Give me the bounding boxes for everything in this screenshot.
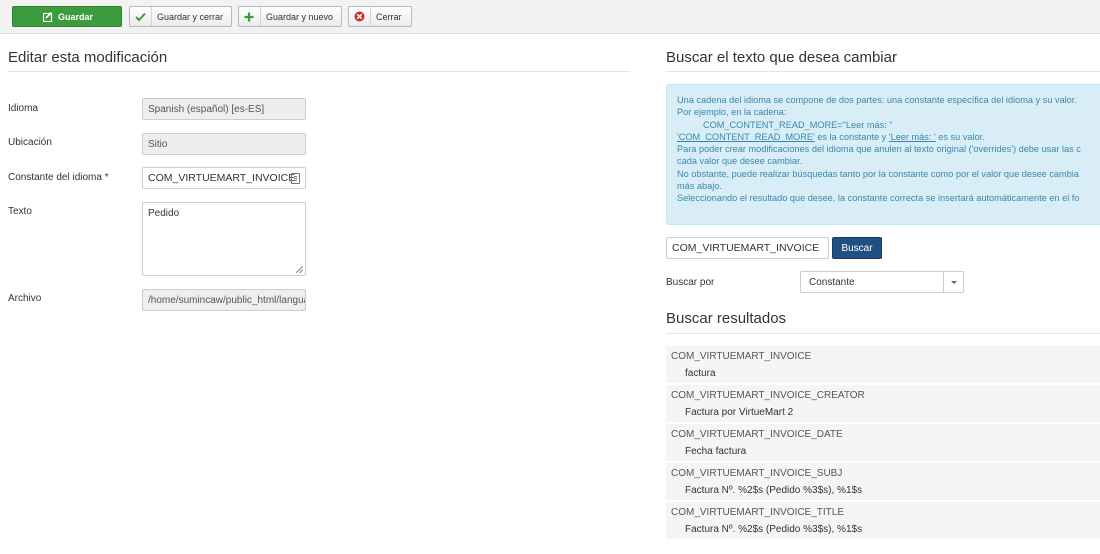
- chevron-down-icon[interactable]: [943, 272, 963, 292]
- result-item[interactable]: COM_VIRTUEMART_INVOICE_DATE Fecha factur…: [666, 424, 1100, 463]
- resize-handle[interactable]: [296, 266, 303, 273]
- info-line: Una cadena del idioma se compone de dos …: [677, 95, 1077, 105]
- cancel-icon: [349, 7, 371, 26]
- file-label: Archivo: [8, 293, 42, 304]
- results-list: COM_VIRTUEMART_INVOICE factura COM_VIRTU…: [666, 346, 1100, 541]
- result-value: factura: [685, 368, 716, 379]
- result-item[interactable]: COM_VIRTUEMART_INVOICE_SUBJ Factura Nº. …: [666, 463, 1100, 502]
- info-line: No obstante, puede realizar búsquedas ta…: [677, 168, 1079, 179]
- save-and-new-button[interactable]: Guardar y nuevo: [238, 6, 342, 27]
- info-constant-example: 'COM_CONTENT_READ_MORE': [677, 131, 815, 142]
- edit-icon: [41, 7, 55, 26]
- info-value-example: 'Leer más: ': [888, 131, 936, 142]
- search-button[interactable]: Buscar: [832, 237, 882, 259]
- save-label: Guardar: [57, 11, 93, 22]
- result-key: COM_VIRTUEMART_INVOICE: [671, 351, 812, 362]
- divider: [666, 71, 1100, 72]
- language-label: Idioma: [8, 103, 39, 114]
- save-button[interactable]: Guardar: [12, 6, 122, 27]
- toolbar: Guardar Guardar y cerrar Guardar y nuevo…: [0, 0, 1100, 34]
- result-value: Factura por VirtueMart 2: [685, 407, 794, 418]
- constant-field[interactable]: COM_VIRTUEMART_INVOICE: [142, 167, 306, 189]
- info-line: 'COM_CONTENT_READ_MORE' es la constante …: [677, 131, 1095, 143]
- result-key: COM_VIRTUEMART_INVOICE_SUBJ: [671, 468, 843, 479]
- result-key: COM_VIRTUEMART_INVOICE_DATE: [671, 429, 843, 440]
- info-alert: Una cadena del idioma se compone de dos …: [666, 84, 1100, 225]
- location-field: Sitio: [142, 133, 306, 155]
- close-button[interactable]: Cerrar: [348, 6, 412, 27]
- results-title: Buscar resultados: [666, 310, 787, 327]
- result-item[interactable]: COM_VIRTUEMART_INVOICE_TITLE Factura Nº.…: [666, 502, 1100, 541]
- info-line: Para poder crear modificaciones del idio…: [677, 144, 1081, 155]
- result-item[interactable]: COM_VIRTUEMART_INVOICE_CREATOR Factura p…: [666, 385, 1100, 424]
- divider: [666, 333, 1100, 334]
- info-line: más abajo.: [677, 181, 722, 192]
- constant-label: Constante del idioma *: [8, 172, 109, 183]
- info-line: cada valor que desee cambiar.: [677, 156, 803, 167]
- location-label: Ubicación: [8, 137, 52, 148]
- info-line: Seleccionando el resultado que desee, la…: [677, 193, 1080, 204]
- text-field[interactable]: Pedido: [142, 202, 306, 276]
- result-value: Fecha factura: [685, 446, 747, 457]
- search-by-label: Buscar por: [666, 277, 715, 288]
- result-key: COM_VIRTUEMART_INVOICE_CREATOR: [671, 390, 865, 401]
- save-and-close-button[interactable]: Guardar y cerrar: [129, 6, 232, 27]
- save-and-close-label: Guardar y cerrar: [156, 11, 223, 22]
- info-text: es la constante y: [814, 131, 889, 142]
- check-icon: [130, 7, 152, 26]
- info-line: COM_CONTENT_READ_MORE="Leer más: ": [703, 119, 893, 130]
- search-input[interactable]: COM_VIRTUEMART_INVOICE: [666, 237, 829, 259]
- result-value: Factura Nº. %2$s (Pedido %3$s), %1$s: [685, 485, 863, 496]
- text-value: Pedido: [148, 208, 180, 219]
- search-title: Buscar el texto que desea cambiar: [666, 49, 897, 66]
- close-label: Cerrar: [376, 11, 402, 22]
- info-line: Por ejemplo, en la cadena:: [677, 107, 787, 118]
- constant-value: COM_VIRTUEMART_INVOICE: [148, 172, 296, 184]
- divider: [8, 71, 630, 72]
- info-text: es su valor.: [935, 131, 985, 142]
- result-value: Factura Nº. %2$s (Pedido %3$s), %1$s: [685, 524, 863, 535]
- save-and-new-label: Guardar y nuevo: [265, 11, 333, 22]
- search-by-value: Constante: [809, 277, 855, 288]
- language-field: Spanish (español) [es-ES]: [142, 98, 306, 120]
- edit-override-title: Editar esta modificación: [8, 49, 168, 66]
- list-icon[interactable]: [291, 173, 300, 184]
- plus-icon: [239, 7, 261, 26]
- result-key: COM_VIRTUEMART_INVOICE_TITLE: [671, 507, 844, 518]
- file-field: /home/sumincaw/public_html/langua: [142, 289, 306, 311]
- text-label: Texto: [8, 206, 32, 217]
- result-item[interactable]: COM_VIRTUEMART_INVOICE factura: [666, 346, 1100, 385]
- search-by-select[interactable]: Constante: [800, 271, 964, 293]
